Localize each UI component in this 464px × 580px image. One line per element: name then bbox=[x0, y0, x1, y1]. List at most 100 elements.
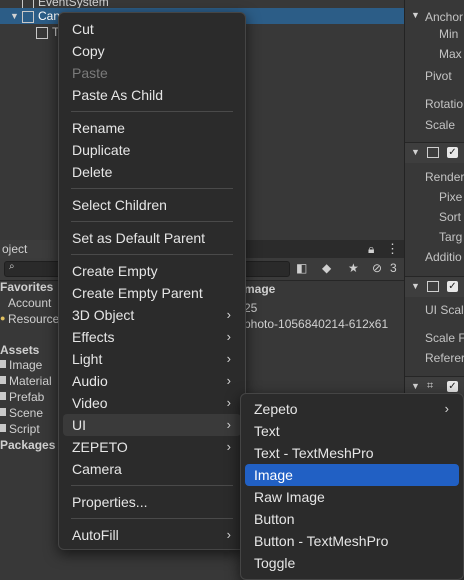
hidden-packages-count: 3 bbox=[390, 261, 397, 275]
asset-folder-item[interactable]: Prefab bbox=[9, 390, 44, 404]
gameobject-icon bbox=[36, 27, 48, 39]
menu-item-create-empty[interactable]: Create Empty bbox=[63, 260, 241, 282]
menu-item-rename[interactable]: Rename bbox=[63, 117, 241, 139]
chevron-right-icon: › bbox=[444, 401, 449, 416]
submenu-item-button[interactable]: Button bbox=[245, 508, 459, 530]
gameobject-icon bbox=[22, 11, 34, 23]
menu-item-cut[interactable]: Cut bbox=[63, 18, 241, 40]
menu-item-label: Button - TextMeshPro bbox=[254, 533, 389, 549]
project-search-field[interactable] bbox=[244, 261, 290, 277]
menu-item-label: Button bbox=[254, 511, 295, 527]
menu-item-label: Delete bbox=[72, 164, 113, 180]
canvas-scaler-component-header[interactable]: ▼ ✓ bbox=[405, 276, 464, 297]
hidden-packages-icon[interactable]: ⊘ bbox=[372, 261, 382, 275]
menu-item-autofill[interactable]: AutoFill › bbox=[63, 524, 241, 546]
menu-item-label: Video bbox=[72, 395, 108, 411]
tab-project[interactable]: oject bbox=[0, 240, 58, 258]
asset-folder-item[interactable]: Scene bbox=[9, 406, 43, 420]
menu-item-paste[interactable]: Paste bbox=[63, 62, 241, 84]
component-enabled-checkbox[interactable]: ✓ bbox=[447, 281, 458, 292]
project-search-input[interactable]: ⌕ bbox=[4, 261, 66, 277]
favorite-star-icon[interactable]: ★ bbox=[348, 261, 359, 275]
canvas-scaler-icon bbox=[427, 281, 439, 292]
menu-item-label: Create Empty Parent bbox=[72, 285, 203, 301]
menu-item-duplicate[interactable]: Duplicate bbox=[63, 139, 241, 161]
menu-item-select-children[interactable]: Select Children bbox=[63, 194, 241, 216]
menu-item-audio[interactable]: Audio › bbox=[63, 370, 241, 392]
submenu-item-toggle[interactable]: Toggle bbox=[245, 552, 459, 574]
component-enabled-checkbox[interactable]: ✓ bbox=[447, 147, 458, 158]
inspector-label-sort-order: Sort bbox=[439, 210, 462, 224]
favorite-item[interactable]: Account bbox=[8, 296, 51, 310]
asset-folder-item[interactable]: Material bbox=[9, 374, 52, 388]
foldout-arrow-icon[interactable]: ▼ bbox=[411, 281, 420, 291]
menu-item-zepeto[interactable]: ZEPETO › bbox=[63, 436, 241, 458]
menu-item-label: Rename bbox=[72, 120, 125, 136]
menu-item-label: AutoFill bbox=[72, 527, 119, 543]
menu-item-set-default-parent[interactable]: Set as Default Parent bbox=[63, 227, 241, 249]
menu-item-create-empty-parent[interactable]: Create Empty Parent bbox=[63, 282, 241, 304]
submenu-item-text-textmeshpro[interactable]: Text - TextMeshPro bbox=[245, 442, 459, 464]
expand-arrow-icon[interactable]: ▼ bbox=[10, 8, 19, 24]
menu-item-3d-object[interactable]: 3D Object › bbox=[63, 304, 241, 326]
foldout-arrow-icon[interactable]: ▼ bbox=[411, 381, 420, 391]
asset-folder-item[interactable]: Script bbox=[9, 422, 40, 436]
folder-icon bbox=[0, 408, 6, 416]
menu-item-delete[interactable]: Delete bbox=[63, 161, 241, 183]
menu-item-effects[interactable]: Effects › bbox=[63, 326, 241, 348]
menu-item-label: Light bbox=[72, 351, 103, 367]
lock-icon[interactable]: 🔒︎ bbox=[368, 242, 374, 257]
tab-project-label: oject bbox=[2, 242, 28, 256]
folder-icon bbox=[0, 424, 6, 432]
submenu-item-button-textmeshpro[interactable]: Button - TextMeshPro bbox=[245, 530, 459, 552]
menu-item-label: Duplicate bbox=[72, 142, 131, 158]
packages-heading[interactable]: Packages bbox=[0, 438, 55, 452]
menu-item-label: Audio bbox=[72, 373, 108, 389]
menu-item-label: Set as Default Parent bbox=[72, 230, 206, 246]
menu-item-label: Copy bbox=[72, 43, 105, 59]
menu-item-label: Image bbox=[254, 467, 293, 483]
menu-item-light[interactable]: Light › bbox=[63, 348, 241, 370]
folder-icon bbox=[0, 376, 6, 384]
chevron-right-icon: › bbox=[226, 395, 231, 410]
favorites-heading[interactable]: Favorites bbox=[0, 280, 53, 294]
foldout-arrow-icon[interactable]: ▼ bbox=[411, 10, 420, 20]
folder-icon bbox=[0, 392, 6, 400]
submenu-item-image[interactable]: Image bbox=[245, 464, 459, 486]
menu-item-label: Raw Image bbox=[254, 489, 325, 505]
submenu-item-zepeto[interactable]: Zepeto › bbox=[245, 398, 459, 420]
asset-detail-filename[interactable]: photo-1056840214-612x61 bbox=[244, 317, 388, 331]
menu-item-copy[interactable]: Copy bbox=[63, 40, 241, 62]
favorite-item[interactable]: Resource bbox=[8, 312, 59, 326]
asset-folder-item[interactable]: Image bbox=[9, 358, 42, 372]
component-enabled-checkbox[interactable]: ✓ bbox=[447, 381, 458, 392]
submenu-item-text[interactable]: Text bbox=[245, 420, 459, 442]
menu-item-ui[interactable]: UI › bbox=[63, 414, 241, 436]
inspector-label-render-mode: Render bbox=[425, 170, 464, 184]
inspector-label-reference: Referer bbox=[425, 351, 464, 365]
foldout-arrow-icon[interactable]: ▼ bbox=[411, 147, 420, 157]
search-by-type-icon[interactable]: ◧ bbox=[296, 261, 307, 275]
folder-icon bbox=[0, 360, 6, 368]
raycaster-icon: ⌗ bbox=[427, 380, 434, 392]
canvas-component-header[interactable]: ▼ ✓ bbox=[405, 142, 464, 163]
chevron-right-icon: › bbox=[226, 351, 231, 366]
inspector-label-rotation: Rotatio bbox=[425, 97, 464, 111]
menu-item-camera[interactable]: Camera bbox=[63, 458, 241, 480]
more-options-icon[interactable]: ⋮ bbox=[386, 241, 399, 257]
menu-item-paste-as-child[interactable]: Paste As Child bbox=[63, 84, 241, 106]
menu-item-label: Effects bbox=[72, 329, 115, 345]
submenu-item-raw-image[interactable]: Raw Image bbox=[245, 486, 459, 508]
chevron-right-icon: › bbox=[226, 527, 231, 542]
inspector-label-pivot: Pivot bbox=[425, 69, 452, 83]
context-menu: Cut Copy Paste Paste As Child Rename Dup… bbox=[58, 12, 246, 550]
menu-item-video[interactable]: Video › bbox=[63, 392, 241, 414]
menu-item-label: UI bbox=[72, 417, 86, 433]
asset-detail-header: mage bbox=[244, 282, 276, 296]
menu-separator bbox=[71, 518, 233, 519]
assets-heading[interactable]: Assets bbox=[0, 343, 39, 357]
menu-item-properties[interactable]: Properties... bbox=[63, 491, 241, 513]
menu-item-label: Zepeto bbox=[254, 401, 298, 417]
search-by-label-icon[interactable]: ◆ bbox=[322, 261, 331, 275]
menu-item-label: Paste bbox=[72, 65, 108, 81]
